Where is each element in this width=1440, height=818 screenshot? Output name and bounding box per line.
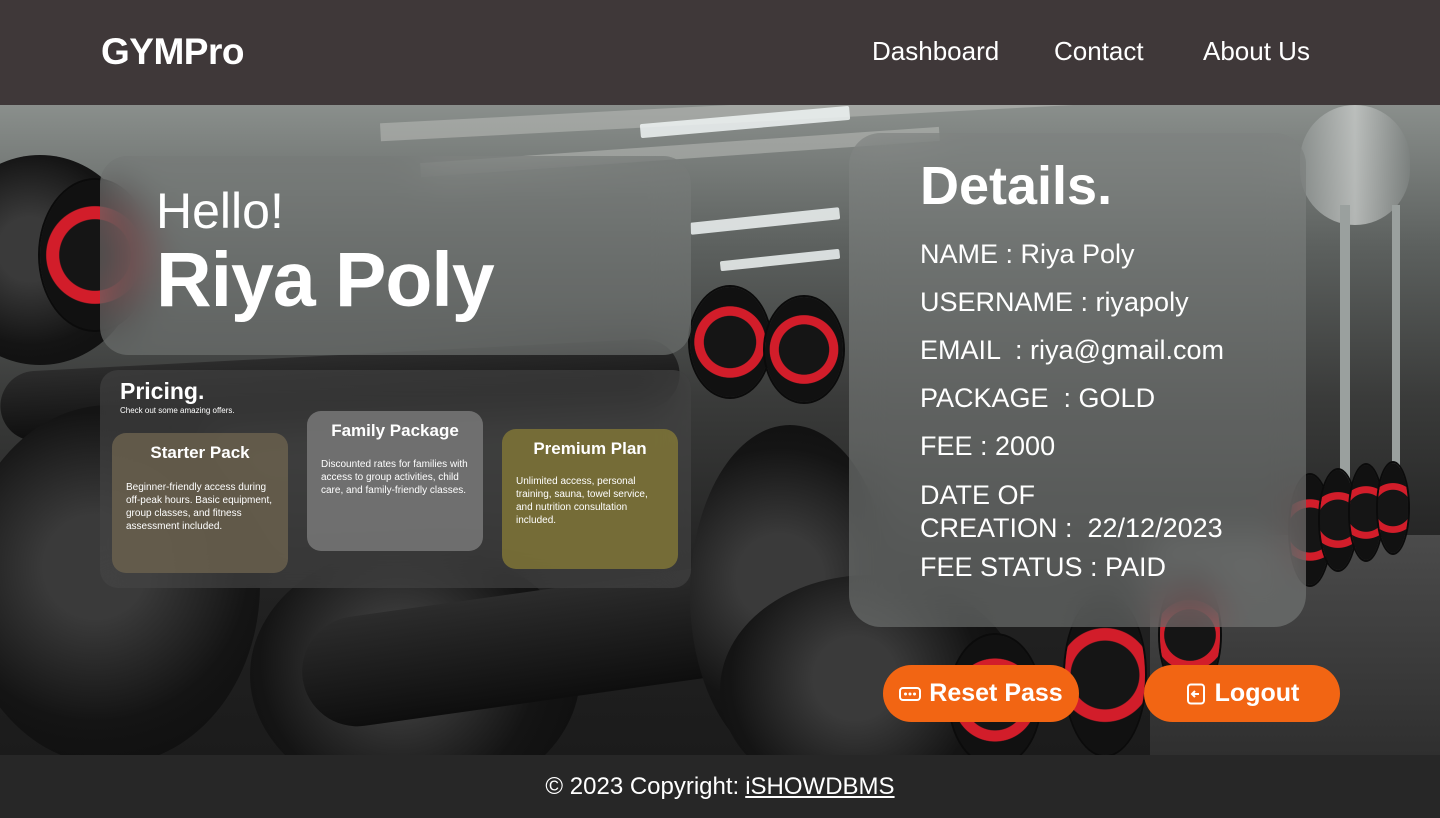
nav-link-dashboard[interactable]: Dashboard	[872, 36, 999, 67]
user-name-heading: Riya Poly	[156, 237, 495, 323]
nav-link-contact[interactable]: Contact	[1054, 36, 1144, 67]
pricing-card: Pricing. Check out some amazing offers. …	[100, 370, 691, 588]
greeting-card: Hello! Riya Poly	[100, 156, 691, 355]
plan-description: Discounted rates for families with acces…	[321, 459, 468, 496]
plan-title: Starter Pack	[150, 443, 250, 462]
footer: © 2023 Copyright: iSHOWDBMS	[0, 755, 1440, 818]
navbar: GYMPro Dashboard Contact About Us	[0, 0, 1440, 105]
brand-logo[interactable]: GYMPro	[101, 31, 244, 73]
plan-title: Family Package	[331, 421, 459, 440]
details-title: Details.	[920, 156, 1113, 216]
detail-date-of-creation: DATE OF CREATION : 22/12/2023	[920, 479, 1223, 545]
reset-password-label: Reset Pass	[929, 679, 1063, 707]
logout-icon	[1185, 683, 1207, 705]
detail-email: EMAIL : riya@gmail.com	[920, 335, 1224, 365]
detail-username: USERNAME : riyapoly	[920, 287, 1189, 317]
logout-label: Logout	[1214, 679, 1300, 707]
copyright-text: © 2023 Copyright:	[545, 772, 740, 800]
plan-description: Beginner-friendly access during off-peak…	[126, 482, 273, 532]
plan-title: Premium Plan	[533, 439, 647, 458]
detail-fee-status: FEE STATUS : PAID	[920, 552, 1167, 582]
greeting-text: Hello!	[156, 183, 284, 239]
plan-card-premium[interactable]: Premium Plan Unlimited access, personal …	[502, 429, 678, 569]
reset-password-button[interactable]: Reset Pass	[883, 665, 1079, 722]
plan-description: Unlimited access, personal training, sau…	[516, 476, 648, 526]
footer-link-ishowdbms[interactable]: iSHOWDBMS	[745, 773, 894, 801]
details-card: Details. NAME : Riya Poly USERNAME : riy…	[849, 133, 1306, 627]
detail-date-value: CREATION : 22/12/2023	[920, 513, 1223, 543]
plan-card-family[interactable]: Family Package Discounted rates for fami…	[307, 411, 483, 551]
password-icon	[899, 683, 922, 705]
pricing-subtitle: Check out some amazing offers.	[120, 406, 235, 415]
nav-link-about-us[interactable]: About Us	[1203, 36, 1310, 67]
detail-date-label: DATE OF	[920, 480, 1036, 510]
detail-name: NAME : Riya Poly	[920, 239, 1135, 269]
plan-card-starter[interactable]: Starter Pack Beginner-friendly access du…	[112, 433, 288, 573]
detail-fee: FEE : 2000	[920, 431, 1056, 461]
detail-package: PACKAGE : GOLD	[920, 383, 1156, 413]
pricing-title: Pricing.	[120, 378, 205, 404]
logout-button[interactable]: Logout	[1144, 665, 1340, 722]
